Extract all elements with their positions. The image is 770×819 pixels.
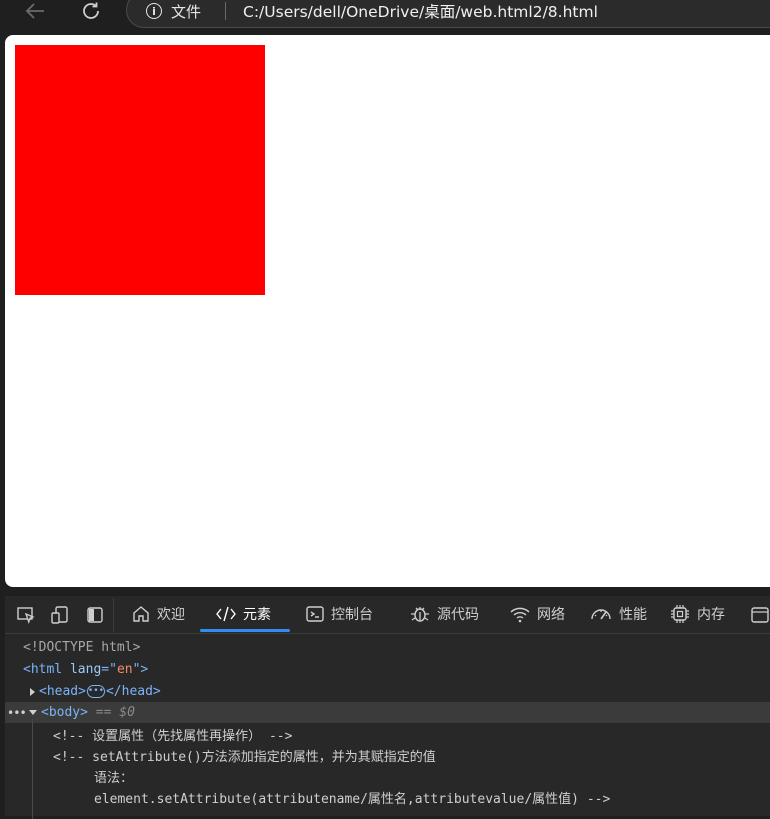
tab-label: 网络 <box>537 607 565 623</box>
html-attr-eq: =" <box>101 662 117 677</box>
site-info-button[interactable]: i 文件 <box>146 0 201 22</box>
reload-button[interactable] <box>76 0 106 22</box>
device-emulation-button[interactable] <box>49 604 71 626</box>
html-attr-name: lang <box>69 662 102 677</box>
dom-line-comment-2-cont: 语法： <box>5 766 770 787</box>
selected-node-marker: == $0 <box>95 705 135 720</box>
tab-performance[interactable]: 性能 <box>589 596 647 632</box>
body-tag-open: <body> <box>41 705 88 720</box>
tab-sources[interactable]: 源代码 <box>409 596 479 632</box>
comment-text: <!-- 设置属性（先找属性再操作） --> <box>53 729 293 744</box>
comment-text: 语法： <box>94 771 134 786</box>
expand-triangle-icon[interactable] <box>30 687 35 696</box>
inspect-element-button[interactable] <box>15 604 37 626</box>
head-tag-open: <head> <box>39 684 86 699</box>
tab-label: 源代码 <box>437 607 479 623</box>
browser-toolbar: i 文件 C:/Users/dell/OneDrive/桌面/web.html2… <box>0 0 770 35</box>
home-icon <box>133 606 149 622</box>
comment-text: <!-- setAttribute()方法添加指定的属性，并为其赋指定的值 <box>53 750 436 765</box>
tab-elements[interactable]: 元素 <box>215 596 271 632</box>
toolbar-divider <box>113 598 114 632</box>
tab-network[interactable]: 网络 <box>509 596 565 632</box>
tab-label: 元素 <box>243 607 271 623</box>
back-button[interactable] <box>20 0 50 22</box>
code-brackets-icon <box>216 606 236 622</box>
dom-line-comment-2-cont: element.setAttribute(attributename/属性名,a… <box>5 787 770 808</box>
dom-line-comment-2[interactable]: <!-- setAttribute()方法添加指定的属性，并为其赋指定的值 <box>5 745 770 766</box>
collapse-triangle-icon[interactable] <box>29 710 37 715</box>
red-box <box>15 45 265 295</box>
address-url[interactable]: C:/Users/dell/OneDrive/桌面/web.html2/8.ht… <box>243 0 598 22</box>
dom-line-doctype[interactable]: <!DOCTYPE html> <box>5 637 770 658</box>
more-tools-button[interactable] <box>749 604 770 626</box>
tab-memory[interactable]: 内存 <box>669 596 725 632</box>
arrow-left-icon <box>25 3 44 19</box>
toggle-sidebar-button[interactable] <box>84 604 106 626</box>
html-attr-close: "> <box>132 662 149 677</box>
dom-line-body[interactable]: ••• <body> == $0 <box>5 702 770 723</box>
wifi-icon <box>510 607 530 623</box>
devtools-panel: 欢迎 元素 控制台 源代码 网络 性能 内存 <!DOCTYPE html> <… <box>5 596 770 819</box>
tab-label: 内存 <box>697 607 725 623</box>
dom-line-html[interactable]: <html lang =" en "> <box>5 659 770 680</box>
active-tab-indicator <box>200 629 290 632</box>
html-attr-value: en <box>116 662 133 677</box>
bug-icon <box>411 607 429 622</box>
devtools-toolbar: 欢迎 元素 控制台 源代码 网络 性能 内存 <box>5 596 770 634</box>
more-actions-icon[interactable]: ••• <box>7 706 27 720</box>
address-scheme-label: 文件 <box>171 2 202 21</box>
head-tag-close: </head> <box>105 684 161 699</box>
chip-icon <box>671 605 689 623</box>
doctype-text: <!DOCTYPE html> <box>23 640 141 655</box>
inspect-icon <box>17 607 35 625</box>
reload-icon <box>83 2 99 19</box>
collapsed-ellipsis-button[interactable]: ••• <box>86 685 105 698</box>
sidebar-icon <box>87 607 103 623</box>
info-icon: i <box>146 3 162 19</box>
dom-line-comment-1[interactable]: <!-- 设置属性（先找属性再操作） --> <box>5 724 770 745</box>
tab-welcome[interactable]: 欢迎 <box>131 596 185 632</box>
device-icon <box>51 606 68 624</box>
indent-guide <box>32 719 33 819</box>
page-viewport <box>5 35 770 587</box>
tab-label: 性能 <box>619 607 647 623</box>
tab-label: 控制台 <box>331 607 373 623</box>
tab-console[interactable]: 控制台 <box>305 596 373 632</box>
tab-label: 欢迎 <box>157 607 185 623</box>
comment-text: element.setAttribute(attributename/属性名,a… <box>94 792 611 807</box>
window-icon <box>751 607 769 623</box>
console-icon <box>306 606 324 622</box>
address-separator <box>225 2 226 20</box>
html-tag-open: <html <box>23 662 63 677</box>
dom-line-head[interactable]: <head> ••• </head> <box>5 681 770 702</box>
gauge-icon <box>591 609 611 620</box>
